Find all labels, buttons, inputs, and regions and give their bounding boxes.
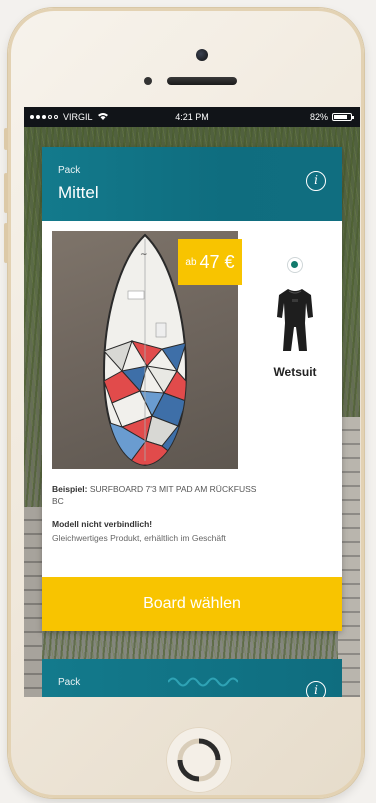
wave-icon xyxy=(168,677,238,687)
wetsuit-label: Wetsuit xyxy=(273,365,317,379)
volume-up-button xyxy=(4,173,8,213)
price-prefix: ab xyxy=(185,256,197,268)
pack-label: Pack xyxy=(58,165,81,176)
price-badge: ab 47 € xyxy=(178,239,242,285)
pack-card: Pack Mittel i ~ ab 47 € Wetsuit Beispiel… xyxy=(42,147,342,631)
wetsuit-option[interactable]: Wetsuit xyxy=(256,257,334,379)
card-header: Pack Mittel i xyxy=(42,147,342,221)
pack-name: Mittel xyxy=(58,183,99,202)
next-pack-card[interactable]: Pack i xyxy=(42,659,342,697)
home-button[interactable] xyxy=(166,727,232,793)
battery-fill xyxy=(334,115,348,119)
info-icon[interactable]: i xyxy=(306,171,326,191)
proximity-sensor xyxy=(144,77,152,85)
disclaimer-title: Modell nicht verbindlich! xyxy=(52,519,153,529)
home-ring-icon xyxy=(177,738,221,782)
example-label: Beispiel: xyxy=(52,484,88,494)
battery-tip xyxy=(352,116,354,119)
disclaimer-text: Gleichwertiges Produkt, erhältlich im Ge… xyxy=(52,533,226,543)
wetsuit-radio[interactable] xyxy=(287,257,303,273)
choose-board-button[interactable]: Board wählen xyxy=(42,577,342,631)
mute-switch xyxy=(4,128,8,150)
radio-selected-dot xyxy=(291,261,298,268)
status-right: 82% xyxy=(309,112,354,122)
info-icon[interactable]: i xyxy=(306,681,326,697)
svg-text:~: ~ xyxy=(140,250,148,260)
pack-label: Pack xyxy=(58,677,81,688)
volume-down-button xyxy=(4,223,8,263)
status-bar: VIRGIL 4:21 PM 82% xyxy=(24,107,360,127)
screen: VIRGIL 4:21 PM 82% Pack Mittel i ~ ab 47… xyxy=(24,107,360,697)
price-value: 47 € xyxy=(199,251,235,272)
earpiece-speaker xyxy=(167,77,237,85)
background-deck-left xyxy=(24,507,42,697)
battery-icon xyxy=(332,113,354,121)
front-camera xyxy=(196,49,208,61)
battery-percent: 82% xyxy=(309,112,328,122)
example-text: Beispiel: SURFBOARD 7'3 MIT PAD AM RÜCKF… xyxy=(52,483,262,507)
wetsuit-image xyxy=(277,289,313,351)
